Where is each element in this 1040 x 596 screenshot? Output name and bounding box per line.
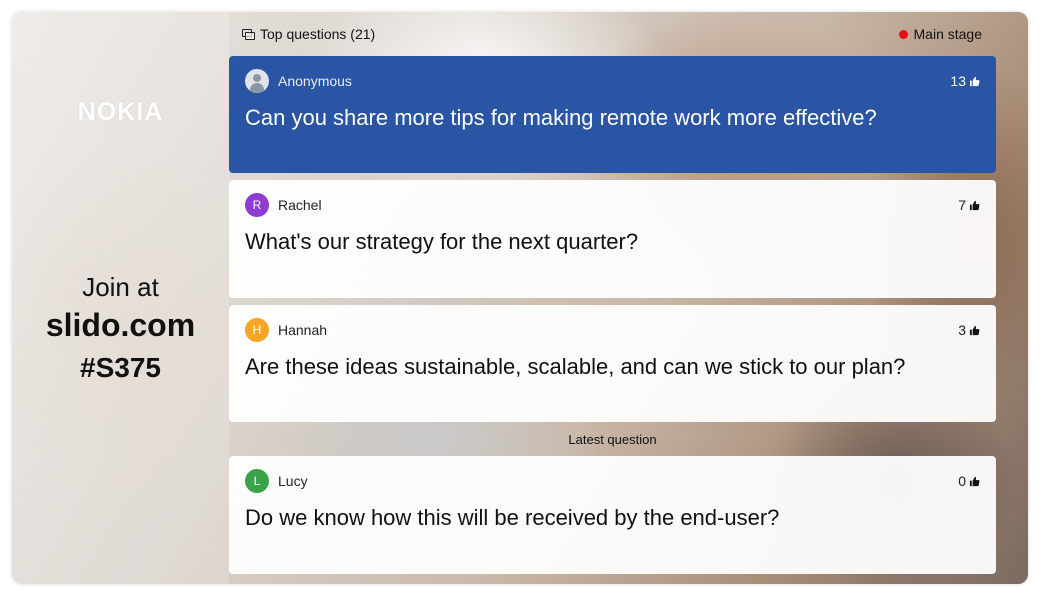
question-author: L Lucy [245, 469, 308, 493]
avatar: L [245, 469, 269, 493]
vote-count: 7 [958, 197, 966, 213]
avatar: R [245, 193, 269, 217]
join-at-label: Join at [82, 272, 159, 302]
question-card[interactable]: H Hannah 3 Are these ideas sustainable, … [229, 305, 996, 422]
top-questions-title: Top questions (21) [242, 26, 375, 42]
question-text: What's our strategy for the next quarter… [245, 229, 639, 254]
avatar: H [245, 318, 269, 342]
vote-count: 13 [950, 73, 966, 89]
thumbs-up-icon [969, 476, 980, 486]
question-card[interactable]: Anonymous 13 Can you share more tips for… [229, 56, 996, 173]
slido-display: NOKIA Join at slido.com #S375 Top questi… [12, 12, 1028, 584]
thumbs-up-icon [969, 76, 980, 86]
like-button[interactable]: 7 [958, 197, 980, 213]
thumbs-up-icon [969, 200, 980, 210]
nokia-logo: NOKIA [77, 98, 164, 126]
latest-question-card[interactable]: L Lucy 0 Do we know how this will be rec… [229, 456, 996, 574]
like-button[interactable]: 13 [950, 73, 980, 89]
question-text: Are these ideas sustainable, scalable, a… [245, 354, 906, 379]
join-instructions: Join at slido.com #S375 [12, 270, 229, 390]
question-text: Can you share more tips for making remot… [245, 105, 877, 130]
author-name: Lucy [278, 473, 308, 489]
like-button[interactable]: 3 [958, 322, 980, 338]
event-code: #S375 [80, 352, 161, 383]
question-author: H Hannah [245, 318, 327, 342]
author-name: Hannah [278, 322, 328, 338]
latest-question-label: Latest question [568, 432, 657, 447]
author-name: Rachel [278, 197, 322, 213]
question-author: Anonymous [245, 69, 352, 93]
user-icon [245, 69, 269, 93]
vote-count: 3 [958, 322, 966, 338]
thumbs-up-icon [969, 325, 980, 335]
top-questions-label: Top questions (21) [260, 26, 376, 42]
join-site: slido.com [45, 307, 196, 343]
main-stage-label: Main stage [913, 26, 982, 42]
question-author: R Rachel [245, 193, 322, 217]
question-text: Do we know how this will be received by … [245, 505, 780, 530]
like-button[interactable]: 0 [958, 473, 980, 489]
question-card[interactable]: R Rachel 7 What's our strategy for the n… [229, 180, 996, 298]
author-name: Anonymous [278, 73, 352, 89]
questions-header: Top questions (21) Main stage [242, 26, 982, 46]
vote-count: 0 [958, 473, 966, 489]
comments-icon [242, 29, 255, 40]
join-panel: NOKIA Join at slido.com #S375 [12, 12, 229, 584]
live-dot-icon [898, 29, 908, 39]
main-stage-indicator: Main stage [898, 26, 982, 42]
